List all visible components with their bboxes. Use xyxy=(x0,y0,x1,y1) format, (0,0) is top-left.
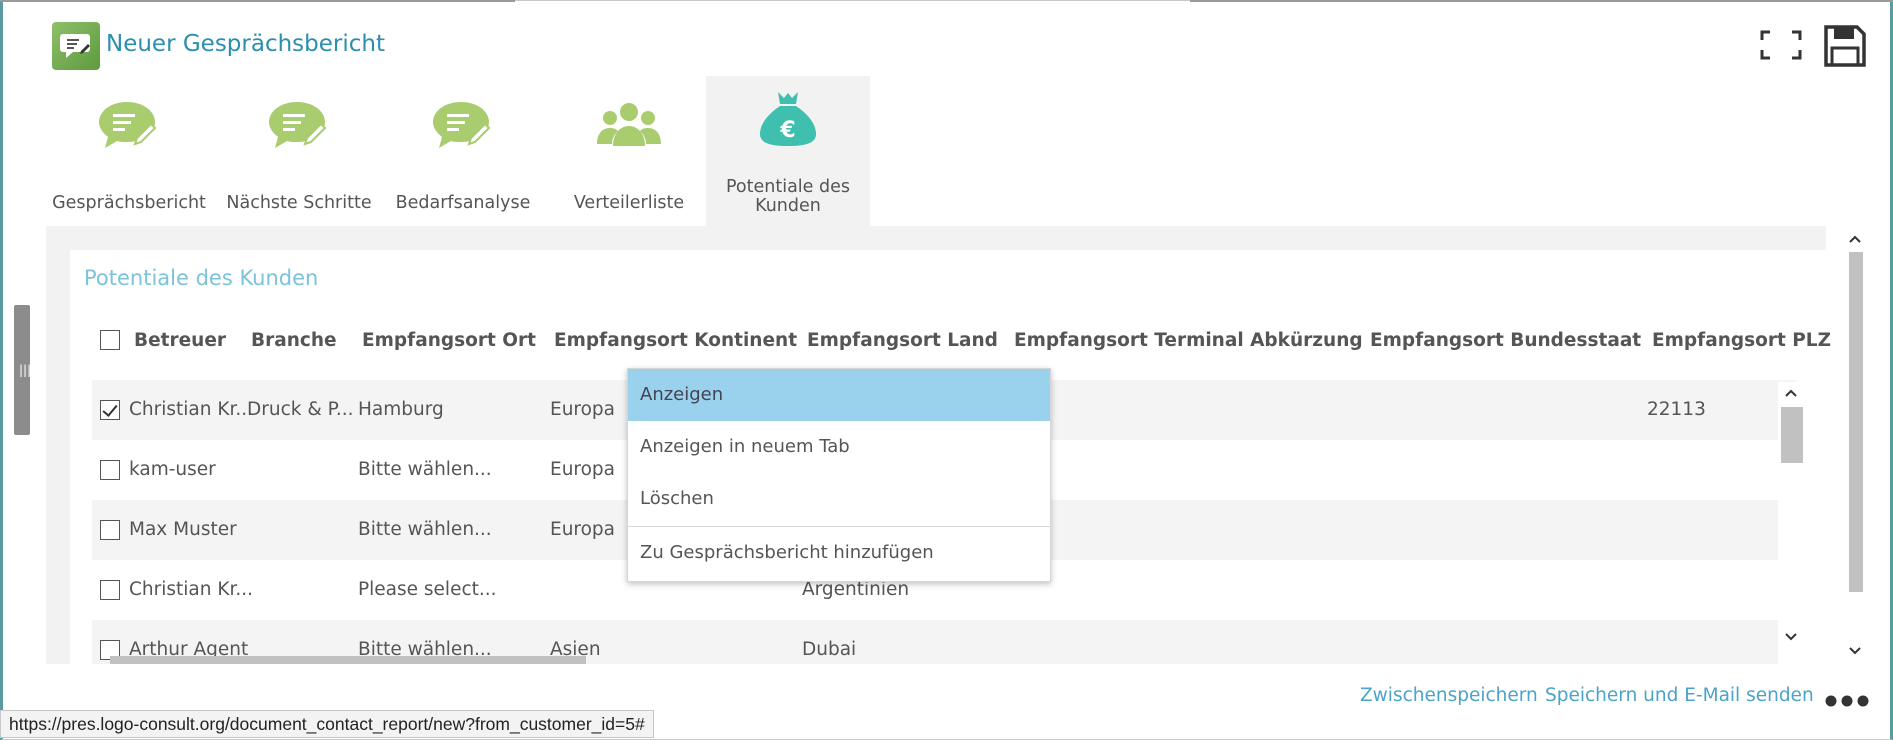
money-bag-euro-icon: € xyxy=(760,92,816,146)
column-header[interactable]: Branche xyxy=(251,330,337,351)
cell-betreuer: Christian Kr... xyxy=(129,399,254,420)
menu-item-zu-gespraechsbericht[interactable]: Zu Gesprächsbericht hinzufügen xyxy=(628,527,1050,579)
column-header[interactable]: Betreuer xyxy=(134,330,226,351)
column-header[interactable]: Empfangsort Ort xyxy=(362,330,536,351)
cell-betreuer: Christian Kr... xyxy=(129,579,254,600)
select-all-checkbox[interactable] xyxy=(100,330,120,350)
svg-text:€: € xyxy=(779,118,795,143)
menu-item-loeschen[interactable]: Löschen xyxy=(628,473,1050,525)
row-checkbox[interactable] xyxy=(100,580,120,600)
tab-verteilerliste[interactable]: Verteilerliste xyxy=(556,76,702,226)
tab-label: Gesprächsbericht xyxy=(52,193,206,213)
grip-icon: ||| xyxy=(19,363,32,377)
tab-label: Potentiale des Kunden xyxy=(726,177,850,216)
column-header[interactable]: Empfangsort Bundesstaat xyxy=(1370,330,1641,351)
tab-label: Bedarfsanalyse xyxy=(395,193,531,213)
column-header[interactable]: Empfangsort Terminal Abkürzung xyxy=(1014,330,1363,351)
save-and-email-button[interactable]: Speichern und E-Mail senden xyxy=(1545,685,1814,706)
fullscreen-icon[interactable] xyxy=(1760,30,1802,60)
table-scrollbar[interactable] xyxy=(1778,382,1804,664)
cell-ort: Bitte wählen... xyxy=(358,519,492,540)
side-panel-handle[interactable]: ||| xyxy=(14,305,32,435)
tab-potentiale-des-kunden[interactable]: € Potentiale des Kunden xyxy=(706,76,870,226)
cell-betreuer: Max Muster xyxy=(129,519,237,540)
cell-kontinent: Europa xyxy=(550,459,616,480)
top-edge xyxy=(1190,0,1893,2)
context-menu: Anzeigen Anzeigen in neuem Tab Löschen Z… xyxy=(627,368,1051,582)
menu-item-anzeigen-neuer-tab[interactable]: Anzeigen in neuem Tab xyxy=(628,421,1050,473)
column-header[interactable]: Empfangsort Kontinent xyxy=(554,330,797,351)
row-checkbox[interactable] xyxy=(100,460,120,480)
cell-ort: Please select... xyxy=(358,579,497,600)
cell-ort: Bitte wählen... xyxy=(358,459,492,480)
tab-bedarfsanalyse[interactable]: Bedarfsanalyse xyxy=(390,76,536,226)
speech-bubble-pencil-icon xyxy=(433,102,491,148)
app-logo-icon xyxy=(52,22,100,70)
tab-bar: Gesprächsbericht Nächste Schritte Bedarf… xyxy=(50,76,880,226)
cell-land: Argentinien xyxy=(802,579,910,600)
row-checkbox[interactable] xyxy=(100,520,120,540)
cell-ort: Hamburg xyxy=(358,399,444,420)
column-header[interactable]: Empfangsort PLZ xyxy=(1652,330,1831,351)
table-header: Betreuer Branche Empfangsort Ort Empfang… xyxy=(92,308,1831,368)
row-checkbox[interactable] xyxy=(100,400,120,420)
scroll-down-icon[interactable] xyxy=(1784,632,1798,642)
cell-branche: Druck & P... xyxy=(247,399,354,420)
speech-bubble-pencil-icon xyxy=(269,102,327,148)
more-options-icon[interactable] xyxy=(1824,694,1870,708)
panel-title: Potentiale des Kunden xyxy=(84,266,319,290)
scroll-up-icon[interactable] xyxy=(1784,388,1798,398)
scrollbar-thumb[interactable] xyxy=(1849,252,1863,592)
group-people-icon xyxy=(597,103,661,146)
scrollbar-thumb[interactable] xyxy=(110,656,586,664)
tab-naechste-schritte[interactable]: Nächste Schritte xyxy=(222,76,376,226)
table-horizontal-scrollbar[interactable] xyxy=(92,654,1782,664)
scroll-up-icon[interactable] xyxy=(1848,234,1862,244)
cell-kontinent: Europa xyxy=(550,399,616,420)
top-edge xyxy=(0,0,515,2)
cell-kontinent: Europa xyxy=(550,519,616,540)
scrollbar-thumb[interactable] xyxy=(1781,407,1803,463)
menu-item-anzeigen[interactable]: Anzeigen xyxy=(628,369,1050,421)
scroll-down-icon[interactable] xyxy=(1848,646,1862,656)
save-draft-button[interactable]: Zwischenspeichern xyxy=(1360,685,1538,706)
page-scrollbar[interactable] xyxy=(1842,228,1868,664)
tab-label: Nächste Schritte xyxy=(226,193,372,213)
tab-gespraechsbericht[interactable]: Gesprächsbericht xyxy=(50,76,208,226)
floppy-disk-icon[interactable] xyxy=(1823,24,1867,68)
cell-betreuer: kam-user xyxy=(129,459,216,480)
column-header[interactable]: Empfangsort Land xyxy=(807,330,998,351)
page-title: Neuer Gesprächsbericht xyxy=(106,31,385,57)
speech-bubble-pencil-icon xyxy=(99,102,157,148)
tab-label: Verteilerliste xyxy=(573,193,685,213)
status-bar-url: https://pres.logo-consult.org/document_c… xyxy=(0,710,654,738)
cell-plz: 22113 xyxy=(1647,399,1706,420)
